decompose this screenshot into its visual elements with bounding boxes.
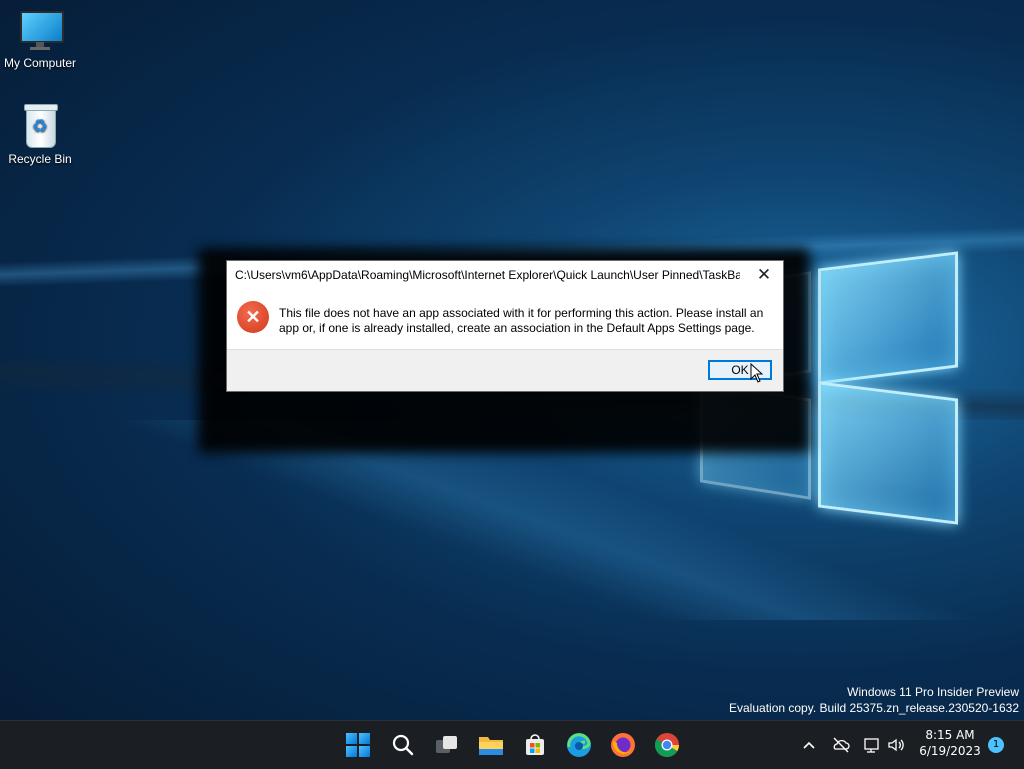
onedrive-offline-icon[interactable] — [831, 735, 851, 755]
start-button[interactable] — [344, 731, 372, 759]
chrome-icon — [654, 733, 679, 758]
desktop-icon-label: My Computer — [3, 56, 77, 70]
error-icon: ✕ — [237, 301, 269, 333]
close-button[interactable]: ✕ — [751, 264, 777, 286]
watermark-line-1: Windows 11 Pro Insider Preview — [847, 685, 1019, 699]
evaluation-watermark: Windows 11 Pro Insider Preview Evaluatio… — [729, 684, 1019, 716]
firefox-icon — [611, 733, 635, 757]
desktop-icon-label: Recycle Bin — [8, 152, 72, 166]
edge-icon — [567, 733, 591, 757]
network-icon[interactable] — [862, 735, 882, 755]
notification-badge[interactable]: 1 — [988, 737, 1004, 753]
start-icon — [346, 733, 370, 757]
error-dialog: C:\Users\vm6\AppData\Roaming\Microsoft\I… — [226, 260, 784, 392]
desktop-icon-recycle-bin[interactable]: ♻ Recycle Bin — [0, 104, 80, 166]
clock-date: 6/19/2023 — [919, 744, 981, 758]
task-view-button[interactable] — [433, 731, 461, 759]
firefox-button[interactable] — [609, 731, 637, 759]
file-explorer-button[interactable] — [477, 731, 505, 759]
chrome-button[interactable] — [653, 731, 681, 759]
file-explorer-icon — [479, 737, 503, 755]
clock-time: 8:15 AM — [925, 728, 975, 742]
dialog-title: C:\Users\vm6\AppData\Roaming\Microsoft\I… — [235, 268, 740, 282]
watermark-line-2: Evaluation copy. Build 25375.zn_release.… — [729, 701, 1019, 715]
task-view-icon — [436, 736, 457, 753]
microsoft-store-icon — [526, 734, 544, 755]
monitor-icon — [18, 8, 64, 52]
dialog-message: This file does not have an app associate… — [279, 306, 764, 335]
taskbar: 8:15 AM 6/19/2023 1 — [0, 720, 1024, 769]
search-button[interactable] — [389, 731, 417, 759]
edge-button[interactable] — [565, 731, 593, 759]
chevron-up-icon[interactable] — [799, 735, 819, 755]
recycle-bin-icon: ♻ — [18, 104, 62, 148]
microsoft-store-button[interactable] — [521, 731, 549, 759]
search-icon — [392, 734, 414, 756]
volume-icon[interactable] — [886, 735, 906, 755]
desktop-icon-my-computer[interactable]: My Computer — [0, 8, 80, 70]
mouse-cursor-icon — [750, 363, 764, 383]
taskbar-clock[interactable]: 8:15 AM 6/19/2023 — [918, 727, 982, 759]
dialog-footer: OK — [227, 349, 783, 391]
